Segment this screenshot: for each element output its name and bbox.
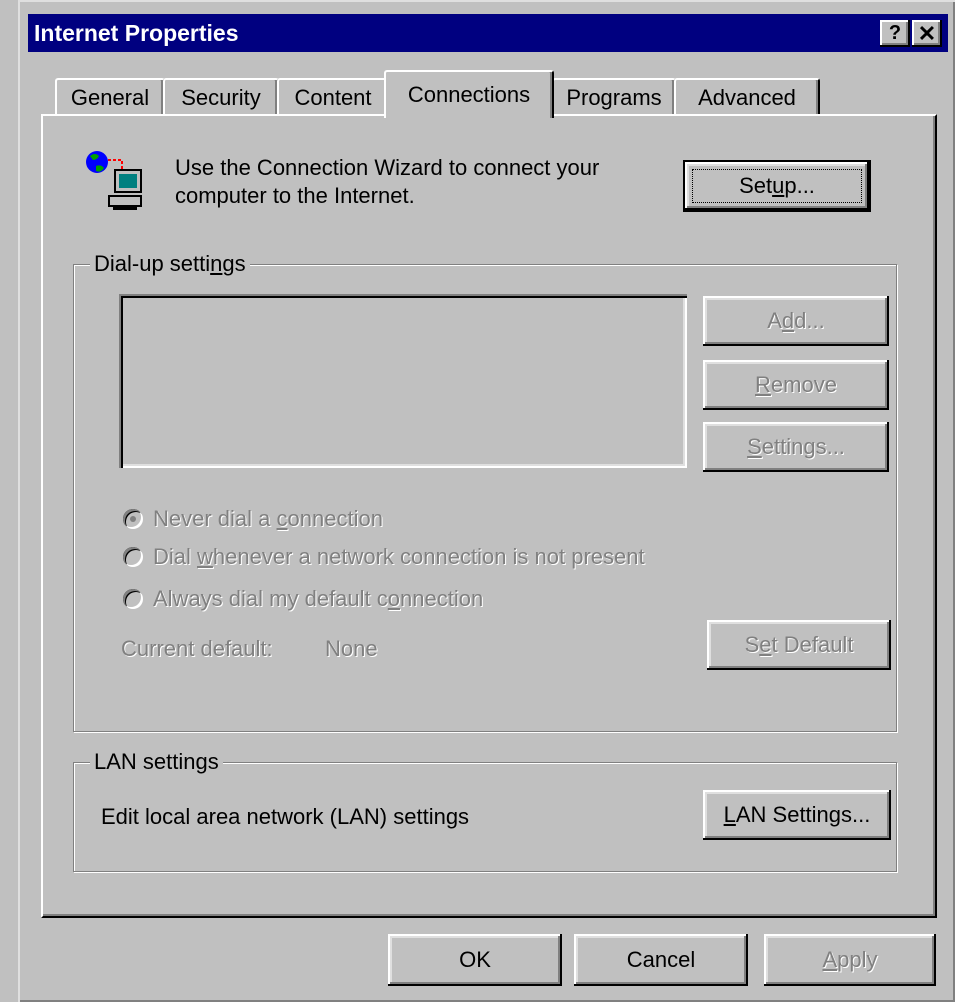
tab-label: Programs — [566, 85, 662, 110]
radio-label-part: Always dial my default c — [153, 586, 388, 611]
tab-advanced[interactable]: Advanced — [674, 78, 820, 116]
current-default-label: Current default: — [121, 636, 273, 661]
radio-label-part: Never dial a — [153, 506, 277, 531]
setup-label-part: Set — [739, 173, 773, 198]
radio-label-part: henever a network connection is not pres… — [212, 544, 645, 569]
network-computer-icon — [86, 151, 142, 210]
cancel-label: Cancel — [626, 947, 696, 972]
lan-button-accel: L — [723, 802, 736, 827]
tab-general[interactable]: General — [55, 78, 165, 116]
ok-button[interactable]: OK — [388, 934, 562, 986]
apply-button[interactable]: Apply — [764, 934, 936, 986]
radio-selected-icon — [123, 509, 143, 529]
tab-security[interactable]: Security — [163, 78, 279, 116]
radio-label-accel: c — [276, 506, 288, 531]
set-default-label-accel: e — [759, 632, 772, 657]
lan-settings-button[interactable]: L AN Settings... — [703, 790, 891, 840]
tab-label: Security — [181, 85, 261, 110]
radio-label-accel: o — [387, 586, 401, 611]
title-bar[interactable]: Internet Properties ? ✕ — [28, 14, 948, 52]
radio-unselected-icon — [123, 589, 143, 609]
add-button[interactable]: Ad d... — [703, 296, 889, 346]
legend-part: Dial-up setti — [94, 251, 211, 276]
window-title: Internet Properties — [34, 20, 239, 46]
tab-label: General — [70, 85, 150, 110]
settings-label-accel: S — [747, 434, 762, 459]
connections-panel: Use the Connection Wizard to connect you… — [41, 114, 937, 918]
wizard-text-line1: Use the Connection Wizard to connect you… — [175, 155, 600, 180]
tab-label: Connections — [407, 82, 531, 107]
ok-label: OK — [459, 947, 491, 972]
radio-always-dial[interactable]: Always dial my default c o nnection — [123, 586, 483, 612]
legend-part: gs — [222, 251, 246, 276]
setup-label-part: p... — [784, 173, 815, 198]
wizard-description: Use the Connection Wizard to connect you… — [175, 154, 599, 210]
lan-legend: LAN settings — [90, 749, 223, 775]
radio-label-part: nnection — [400, 586, 484, 611]
apply-label-part: pply — [837, 947, 878, 972]
setup-label-accel: u — [772, 173, 785, 198]
close-button[interactable]: ✕ — [912, 20, 942, 47]
set-default-label-part: S — [744, 632, 760, 657]
radio-label-accel: w — [197, 544, 213, 569]
radio-label-part: onnection — [287, 506, 383, 531]
set-default-label-part: t Default — [771, 632, 854, 657]
legend-accel: n — [210, 251, 223, 276]
radio-label-part: Dial — [153, 544, 198, 569]
lan-button-label-part: AN Settings... — [735, 802, 871, 827]
close-icon: ✕ — [917, 20, 937, 46]
lan-description: Edit local area network (LAN) settings — [101, 804, 470, 829]
radio-dial-whenever[interactable]: Dial w henever a network connection is no… — [123, 544, 645, 570]
radio-unselected-icon — [123, 547, 143, 567]
tab-content[interactable]: Content — [277, 78, 389, 116]
remove-button[interactable]: Remove — [703, 360, 889, 410]
dialup-legend: Dial-up settings — [90, 251, 250, 277]
setup-button[interactable]: Set u p... — [683, 160, 871, 212]
help-button[interactable]: ? — [880, 20, 910, 47]
settings-button[interactable]: Settings... — [703, 422, 889, 472]
add-label-accel: d — [781, 308, 795, 333]
remove-label-part: emove — [770, 372, 837, 397]
cancel-button[interactable]: Cancel — [574, 934, 748, 986]
set-default-button[interactable]: Set Default — [707, 620, 891, 670]
apply-label-accel: A — [822, 947, 838, 972]
wizard-text-line2: computer to the Internet. — [175, 183, 415, 208]
remove-label-accel: R — [755, 372, 771, 397]
help-icon: ? — [888, 22, 902, 44]
tab-programs[interactable]: Programs — [552, 78, 676, 116]
settings-label-part: ettings... — [761, 434, 845, 459]
dialup-connections-list[interactable] — [119, 294, 687, 468]
radio-never-dial[interactable]: Never dial a c onnection — [123, 506, 383, 532]
tab-label: Advanced — [698, 85, 796, 110]
internet-properties-window: Internet Properties ? ✕ General Security… — [18, 0, 955, 1002]
tab-connections[interactable]: Connections — [384, 70, 554, 118]
current-default-value: None — [325, 636, 378, 661]
tab-label: Content — [294, 85, 372, 110]
add-label-part: d... — [794, 308, 825, 333]
add-label-part: A — [767, 308, 782, 333]
